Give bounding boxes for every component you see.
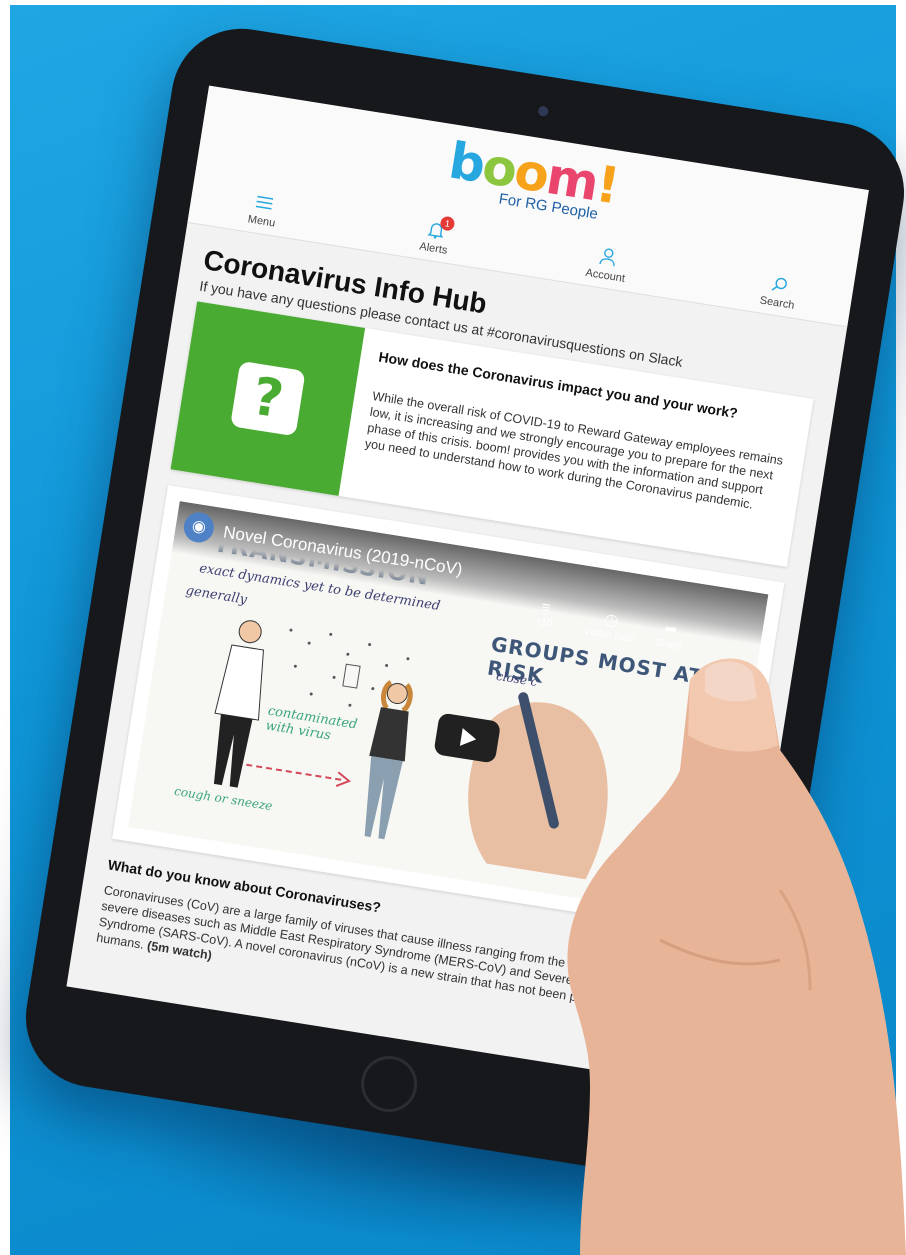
home-button[interactable] <box>357 1051 422 1117</box>
nav-account[interactable]: Account <box>550 236 665 291</box>
video-control-watch-later[interactable]: ◷ Watch later <box>583 606 637 645</box>
nav-alerts[interactable]: 1 Alerts <box>378 208 493 263</box>
camera-icon <box>537 105 549 117</box>
question-tile: ? <box>170 301 366 496</box>
wb-note-generally: generally <box>184 583 248 608</box>
video-control-queue-label: +10 <box>534 616 553 630</box>
menu-icon <box>255 195 274 210</box>
user-icon <box>599 248 615 267</box>
nav-search[interactable]: Search <box>722 263 837 318</box>
transmission-arrow <box>246 763 351 787</box>
search-icon <box>771 277 787 291</box>
question-mark-icon: ? <box>230 360 306 437</box>
nav-menu[interactable]: Menu <box>206 181 321 236</box>
video-control-queue[interactable]: ≡ +10 <box>534 598 555 630</box>
holding-hand <box>567 658 906 1255</box>
